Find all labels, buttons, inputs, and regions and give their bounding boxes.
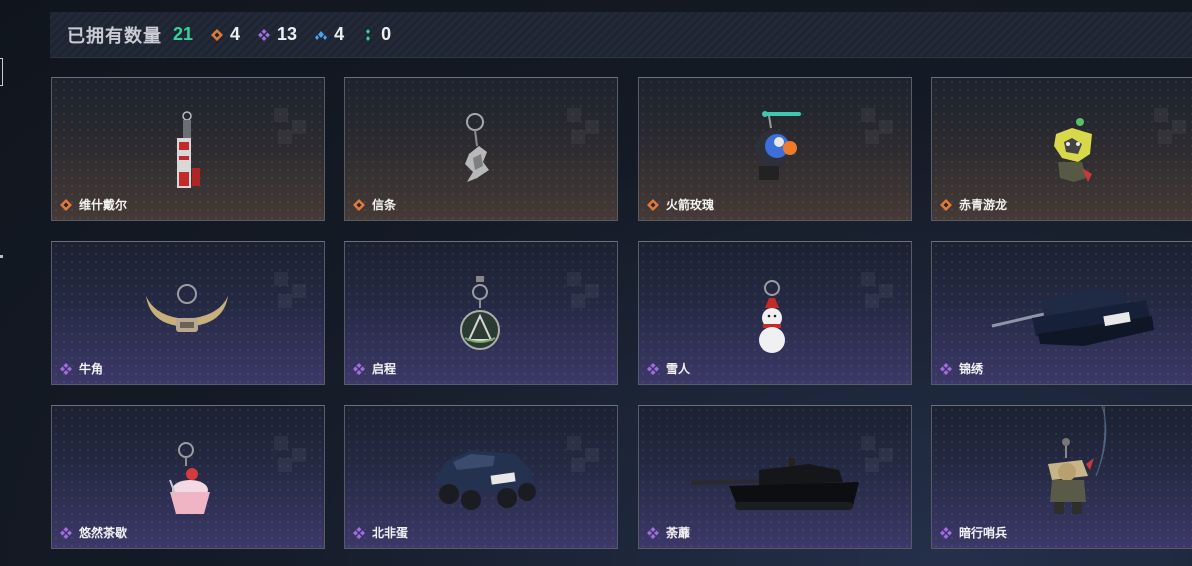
blue-count: 4 [315, 24, 344, 45]
item-name: 赤青游龙 [959, 198, 1008, 212]
item-card[interactable]: 荼蘼 [638, 405, 912, 549]
item-card[interactable]: 暗行哨兵 [931, 405, 1192, 549]
item-card[interactable]: 雪人 [638, 241, 912, 385]
owned-total: 21 [173, 24, 194, 44]
orange-gem-icon [353, 198, 365, 211]
blue-gem-icon [315, 30, 328, 40]
item-card[interactable]: 锦绣 [931, 241, 1192, 385]
owned-count-title: 已拥有数量 [67, 25, 162, 46]
side-bracket [0, 58, 3, 86]
green-gem-icon [366, 28, 371, 41]
orange-count: 4 [211, 24, 240, 45]
orange-gem-icon [647, 198, 659, 211]
purple-gem-icon [353, 362, 365, 375]
item-name: 火箭玫瑰 [666, 198, 715, 212]
item-name: 信条 [372, 198, 397, 212]
item-name: 启程 [372, 362, 397, 376]
item-name: 北非蛋 [372, 526, 409, 540]
purple-gem-icon [647, 362, 659, 375]
purple-gem-icon [940, 526, 952, 539]
item-name: 悠然茶歇 [79, 526, 128, 540]
item-card[interactable]: 火箭玫瑰 [638, 77, 912, 221]
orange-gem-icon [940, 198, 952, 211]
orange-count-value: 4 [230, 24, 241, 44]
orange-gem-icon [211, 28, 224, 41]
side-marker [0, 255, 3, 258]
item-name: 锦绣 [959, 362, 984, 376]
owned-count-bar: 已拥有数量 21 4 13 4 0 [50, 12, 1192, 58]
purple-gem-icon [353, 526, 365, 539]
item-name: 维什戴尔 [79, 198, 128, 212]
green-count-value: 0 [381, 24, 392, 44]
item-card[interactable]: 启程 [344, 241, 618, 385]
left-edge [0, 0, 8, 566]
item-card[interactable]: 赤青游龙 [931, 77, 1192, 221]
purple-count-value: 13 [277, 24, 298, 44]
item-name: 雪人 [666, 362, 691, 376]
purple-gem-icon [60, 526, 72, 539]
item-name: 暗行哨兵 [959, 526, 1008, 540]
item-card[interactable]: 牛角 [51, 241, 325, 385]
item-card[interactable]: 信条 [344, 77, 618, 221]
item-card[interactable]: 悠然茶歇 [51, 405, 325, 549]
purple-gem-icon [60, 362, 72, 375]
purple-gem-icon [258, 28, 271, 41]
purple-count: 13 [258, 24, 297, 45]
item-name: 牛角 [79, 362, 104, 376]
purple-gem-icon [647, 526, 659, 539]
blue-count-value: 4 [334, 24, 345, 44]
orange-gem-icon [60, 198, 72, 211]
item-card[interactable]: 北非蛋 [344, 405, 618, 549]
item-name: 荼蘼 [666, 526, 691, 540]
purple-gem-icon [940, 362, 952, 375]
green-count: 0 [362, 24, 391, 45]
item-card[interactable]: 维什戴尔 [51, 77, 325, 221]
